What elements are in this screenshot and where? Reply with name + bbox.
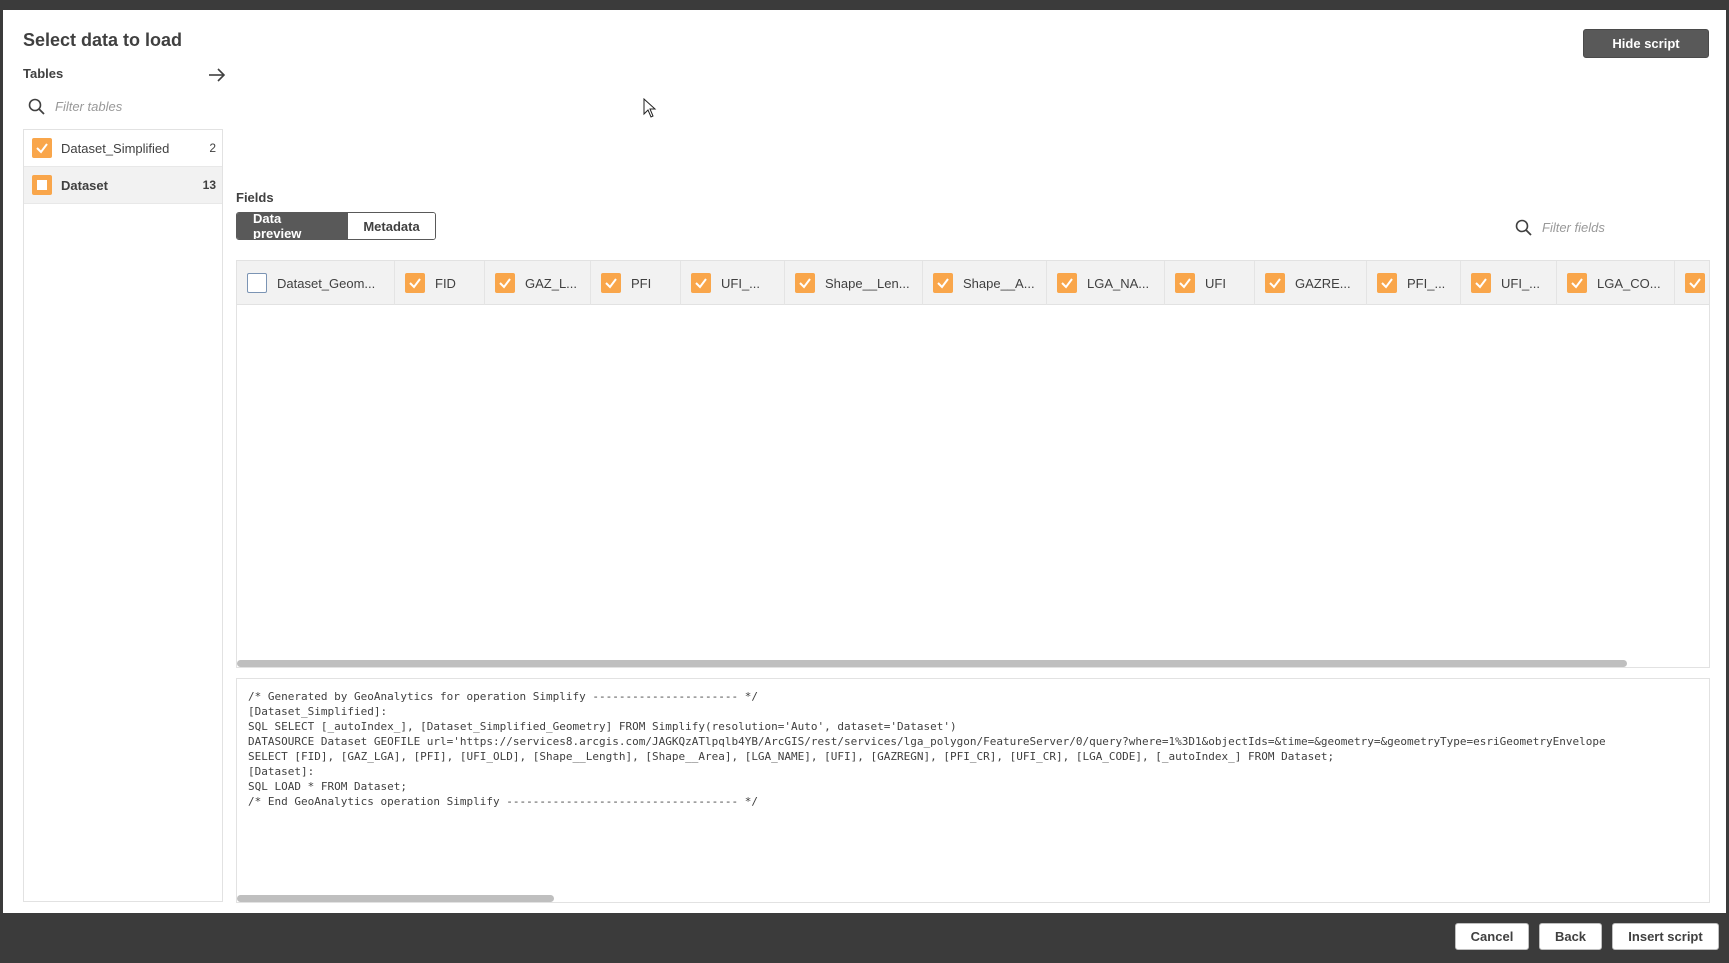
- hide-script-button[interactable]: Hide script: [1583, 29, 1709, 58]
- script-horizontal-scrollbar[interactable]: [237, 895, 554, 902]
- checkbox-partial-icon[interactable]: [32, 175, 52, 195]
- field-column-label: LGA_NA...: [1087, 275, 1150, 291]
- cancel-button[interactable]: Cancel: [1455, 923, 1529, 950]
- script-line: SELECT [FID], [GAZ_LGA], [PFI], [UFI_OLD…: [248, 750, 1335, 763]
- search-icon: [1515, 219, 1532, 236]
- field-column-label: PFI: [631, 275, 652, 291]
- checkbox-checked-icon[interactable]: [1175, 273, 1195, 293]
- field-column-label: Shape__A...: [963, 275, 1035, 291]
- field-column-header[interactable]: Shape__Len...: [785, 261, 923, 305]
- script-line: SQL SELECT [_autoIndex_], [Dataset_Simpl…: [248, 720, 957, 733]
- table-row-dataset-simplified[interactable]: Dataset_Simplified 2: [24, 130, 222, 167]
- script-line: /* End GeoAnalytics operation Simplify -…: [248, 795, 758, 808]
- checkbox-checked-icon[interactable]: [1471, 273, 1491, 293]
- tab-data-preview[interactable]: Data preview: [237, 213, 348, 239]
- filter-fields-field: [1515, 215, 1715, 239]
- field-column-label: UFI: [1205, 275, 1226, 291]
- field-column-label: GAZRE...: [1295, 275, 1351, 291]
- insert-script-button[interactable]: Insert script: [1612, 923, 1719, 950]
- field-column-label: Dataset_Geom...: [277, 275, 376, 291]
- checkbox-checked-icon[interactable]: [32, 138, 52, 158]
- data-preview-grid: Dataset_Geom... FID GAZ_L... PFI UFI_... Shap…: [236, 260, 1710, 668]
- checkbox-checked-icon[interactable]: [1265, 273, 1285, 293]
- checkbox-checked-icon[interactable]: [1567, 273, 1587, 293]
- field-column-header[interactable]: UFI_...: [681, 261, 785, 305]
- field-column-label: UFI_...: [1501, 275, 1541, 291]
- checkbox-checked-icon[interactable]: [1057, 273, 1077, 293]
- checkbox-checked-icon[interactable]: [495, 273, 515, 293]
- checkbox-checked-icon[interactable]: [933, 273, 953, 293]
- table-row-dataset[interactable]: Dataset 13: [24, 167, 222, 204]
- field-column-header[interactable]: LGA_CO...: [1557, 261, 1675, 305]
- checkbox-checked-icon[interactable]: [405, 273, 425, 293]
- script-line: DATASOURCE Dataset GEOFILE url='https://…: [248, 735, 1606, 748]
- mouse-cursor-icon: [643, 97, 657, 118]
- tables-list: Dataset_Simplified 2 Dataset 13: [23, 129, 223, 902]
- field-column-header[interactable]: UFI_...: [1461, 261, 1557, 305]
- table-name: Dataset_Simplified: [61, 140, 170, 156]
- script-line: /* Generated by GeoAnalytics for operati…: [248, 690, 758, 703]
- checkbox-checked-icon[interactable]: [601, 273, 621, 293]
- script-editor[interactable]: /* Generated by GeoAnalytics for operati…: [236, 678, 1710, 903]
- field-column-header[interactable]: PFI_...: [1367, 261, 1461, 305]
- field-column-label: LGA_CO...: [1597, 275, 1661, 291]
- select-data-dialog: Select data to load Hide script Tables D…: [3, 10, 1726, 913]
- field-column-label: FID: [435, 275, 456, 291]
- script-line: SQL LOAD * FROM Dataset;: [248, 780, 407, 793]
- grid-horizontal-scrollbar[interactable]: [237, 660, 1627, 667]
- field-column-label: UFI_...: [721, 275, 761, 291]
- field-header-row: Dataset_Geom... FID GAZ_L... PFI UFI_... Shap…: [237, 261, 1709, 305]
- field-column-label: PFI_...: [1407, 275, 1446, 291]
- field-column-label: GAZ_L...: [525, 275, 578, 291]
- field-column-header[interactable]: GAZRE...: [1255, 261, 1367, 305]
- checkbox-checked-icon[interactable]: [691, 273, 711, 293]
- fields-label: Fields: [236, 190, 274, 205]
- table-name: Dataset: [61, 177, 108, 193]
- field-column-label: Shape__Len...: [825, 275, 910, 291]
- filter-tables-field: [28, 94, 223, 118]
- arrow-right-icon[interactable]: [206, 64, 228, 86]
- field-column-header[interactable]: GAZ_L...: [485, 261, 591, 305]
- tab-metadata[interactable]: Metadata: [348, 213, 435, 239]
- back-button[interactable]: Back: [1539, 923, 1602, 950]
- dialog-title: Select data to load: [23, 30, 183, 50]
- filter-tables-input[interactable]: [55, 98, 215, 114]
- field-column-header[interactable]: Shape__A...: [923, 261, 1047, 305]
- field-column-header[interactable]: [1675, 261, 1709, 305]
- view-toggle: Data preview Metadata: [236, 212, 436, 240]
- checkbox-checked-icon[interactable]: [1377, 273, 1397, 293]
- field-column-header[interactable]: Dataset_Geom...: [237, 261, 395, 305]
- field-column-header[interactable]: LGA_NA...: [1047, 261, 1165, 305]
- table-field-count: 2: [209, 141, 216, 155]
- checkbox-checked-icon[interactable]: [1685, 273, 1705, 293]
- field-column-header[interactable]: UFI: [1165, 261, 1255, 305]
- field-column-header[interactable]: FID: [395, 261, 485, 305]
- top-frame-bar: [0, 0, 1729, 10]
- tables-label: Tables: [23, 66, 64, 81]
- filter-fields-input[interactable]: [1542, 219, 1702, 235]
- script-line: [Dataset_Simplified]:: [248, 705, 388, 718]
- checkbox-unchecked-icon[interactable]: [247, 273, 267, 293]
- table-field-count: 13: [202, 178, 216, 192]
- script-line: [Dataset]:: [248, 765, 315, 778]
- search-icon: [28, 98, 45, 115]
- field-column-header[interactable]: PFI: [591, 261, 681, 305]
- checkbox-checked-icon[interactable]: [795, 273, 815, 293]
